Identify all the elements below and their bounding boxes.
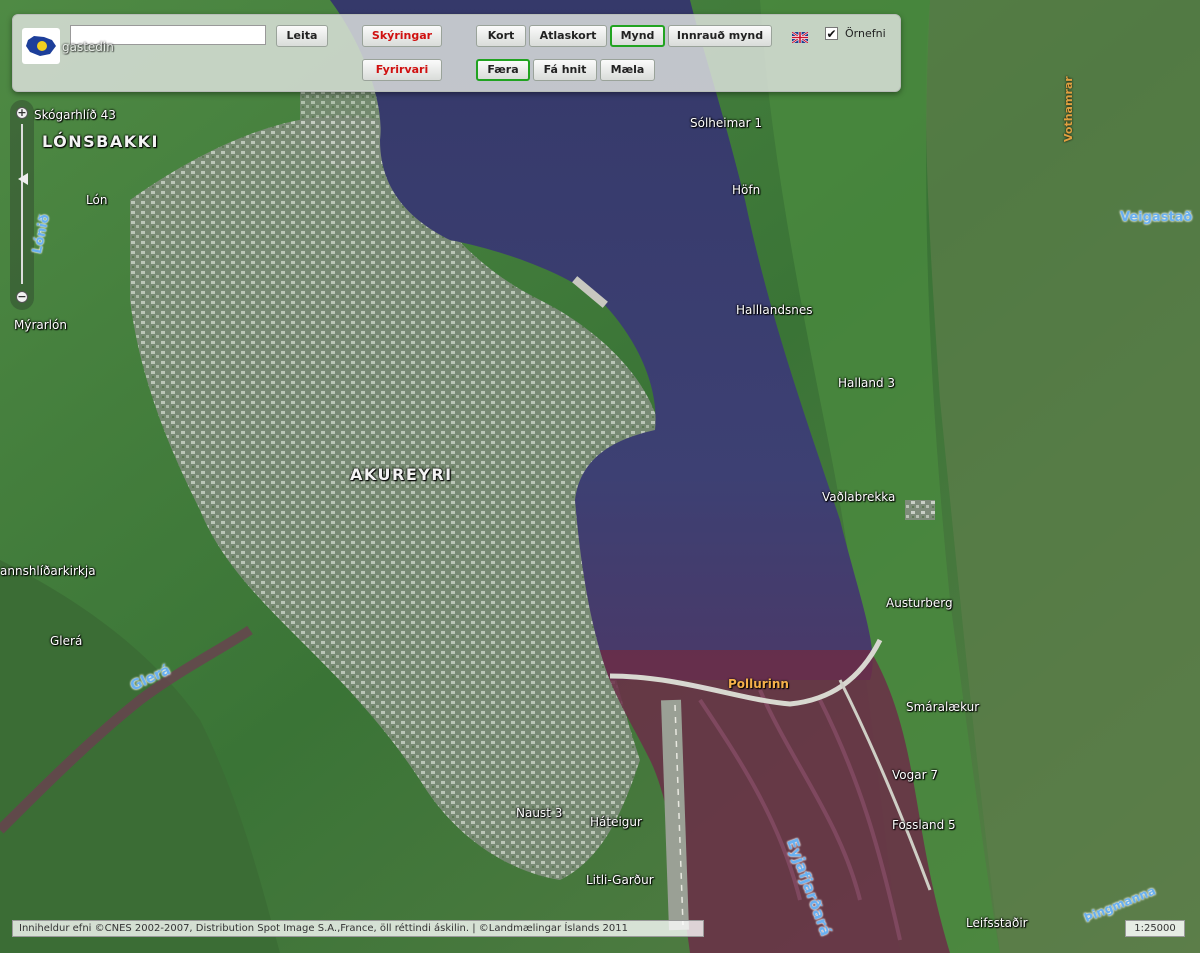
satellite-map[interactable] [0, 0, 1200, 953]
place-label[interactable]: Naust 3 [516, 806, 562, 820]
place-label[interactable]: Fossland 5 [892, 818, 956, 832]
tool-button-faera[interactable]: Færa [476, 59, 530, 81]
zoom-track[interactable] [21, 124, 23, 284]
place-label[interactable]: Skógarhlíð 43 [34, 108, 116, 122]
place-label[interactable]: Pollurinn [728, 677, 789, 691]
place-names-checkbox[interactable]: ✔ [825, 27, 838, 40]
place-label[interactable]: Höfn [732, 183, 760, 197]
place-label[interactable]: annshlíðarkirkja [0, 564, 96, 578]
place-label[interactable]: Glerá [50, 634, 82, 648]
place-label[interactable]: Litli-Garður [586, 873, 654, 887]
uk-flag-icon[interactable] [791, 28, 809, 44]
attribution-text: Inniheldur efni ©CNES 2002-2007, Distrib… [12, 920, 704, 937]
scale-indicator: 1:25000 [1125, 920, 1185, 937]
place-label[interactable]: LÓNSBAKKI [42, 132, 159, 151]
layer-button-mynd[interactable]: Mynd [610, 25, 665, 47]
place-label[interactable]: Halland 3 [838, 376, 895, 390]
place-label[interactable]: Halllandsnes [736, 303, 812, 317]
layer-button-kort[interactable]: Kort [476, 25, 526, 47]
place-label[interactable]: Vogar 7 [892, 768, 938, 782]
place-label[interactable]: Mýrarlón [14, 318, 67, 332]
place-label[interactable]: Austurberg [886, 596, 953, 610]
place-label[interactable]: gastedin [62, 40, 114, 54]
zoom-slider-handle[interactable] [18, 173, 28, 185]
place-label[interactable]: Lón [86, 193, 107, 207]
tool-button-maela[interactable]: Mæla [600, 59, 655, 81]
place-label[interactable]: Smáralækur [906, 700, 979, 714]
place-label[interactable]: Háteigur [590, 815, 642, 829]
place-label[interactable]: Leifsstaðir [966, 916, 1028, 930]
place-label[interactable]: Vothamrar [1062, 76, 1075, 142]
legend-button[interactable]: Skýringar [362, 25, 442, 47]
zoom-control: + − [10, 100, 34, 310]
lmi-logo-icon[interactable] [22, 28, 60, 64]
place-label[interactable]: Sólheimar 1 [690, 116, 762, 130]
farm-cluster [905, 500, 935, 520]
tool-button-fa-hnit[interactable]: Fá hnit [533, 59, 597, 81]
layer-button-atlaskort[interactable]: Atlaskort [529, 25, 607, 47]
zoom-out-button[interactable]: − [16, 291, 28, 303]
place-label[interactable]: Vaðlabrekka [822, 490, 895, 504]
place-label[interactable]: AKUREYRI [350, 465, 453, 484]
search-button[interactable]: Leita [276, 25, 328, 47]
zoom-in-button[interactable]: + [16, 107, 28, 119]
disclaimer-button[interactable]: Fyrirvari [362, 59, 442, 81]
place-names-label: Örnefni [845, 27, 886, 40]
place-label[interactable]: Veigastað [1120, 210, 1192, 225]
layer-button-innraud[interactable]: Innrauð mynd [668, 25, 772, 47]
